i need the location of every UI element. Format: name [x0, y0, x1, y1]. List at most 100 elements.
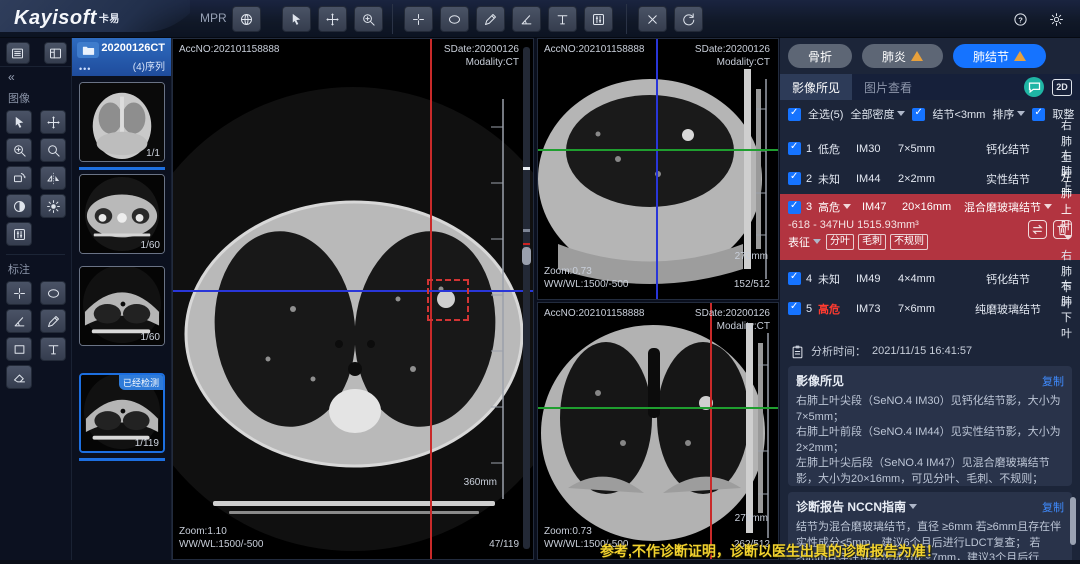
nodule-roi-box[interactable] [427, 279, 469, 321]
caret-down-icon [909, 504, 917, 509]
scrollbar-thumb[interactable] [522, 247, 531, 265]
zoom-in-tool-button[interactable] [354, 6, 383, 32]
select-all-checkbox[interactable] [788, 108, 801, 121]
logo: Kayisoft卡易 [0, 0, 190, 38]
caret-down-icon [1044, 204, 1052, 209]
feature-tag[interactable]: 不规则 [890, 234, 928, 250]
series-thumbnail-3[interactable]: 1/60 [79, 266, 165, 346]
more-menu-button[interactable]: ••• [79, 64, 91, 74]
crosshair-icon [411, 12, 426, 27]
crosshair-tool-button[interactable] [404, 6, 433, 32]
panel-scrollbar-thumb[interactable] [1070, 497, 1076, 545]
delete-nodule-button[interactable] [1053, 220, 1072, 239]
copy-report-button[interactable]: 复制 [1042, 499, 1064, 515]
risk-dropdown[interactable]: 高危 [818, 199, 862, 215]
series-list-button[interactable] [6, 42, 30, 64]
small-nodule-checkbox[interactable] [912, 108, 925, 121]
relocate-nodule-button[interactable] [1028, 220, 1047, 239]
pan-tool-button[interactable] [318, 6, 347, 32]
crosshair-tool-button[interactable] [6, 281, 32, 305]
close-tool-button[interactable] [638, 6, 667, 32]
eraser-tool-button[interactable] [6, 365, 32, 389]
row-checkbox[interactable] [788, 272, 801, 285]
zoom-in-icon [361, 12, 376, 27]
nodule-row-5[interactable]: 5 高危 IM73 7×6mm 纯磨玻璃结节 右肺下叶 [780, 294, 1080, 323]
copy-findings-button[interactable]: 复制 [1042, 373, 1064, 389]
search-tool-button[interactable] [40, 138, 66, 162]
angle-tool-button[interactable] [512, 6, 541, 32]
report-button[interactable] [1024, 77, 1044, 97]
zoom-in-tool-button[interactable] [6, 138, 32, 162]
sagittal-crosshair-horizontal[interactable] [538, 149, 778, 151]
ellipse-tool-button[interactable] [40, 281, 66, 305]
series-thumbnail-1[interactable]: 1/1 [79, 82, 165, 162]
cursor-tool-button[interactable] [282, 6, 311, 32]
flip-tool-button[interactable] [40, 166, 66, 190]
detected-badge: 已经检测 [119, 375, 163, 390]
rect-tool-button[interactable] [6, 337, 32, 361]
feature-tag[interactable]: 毛刺 [858, 234, 886, 250]
sagittal-study-overlay: SDate:20200126Modality:CT [695, 43, 770, 69]
row-checkbox[interactable] [788, 302, 801, 315]
series-thumbnail-2[interactable]: 1/60 [79, 174, 165, 254]
viewport-coronal[interactable]: AccNO:202101158888 SDate:20200126Modalit… [537, 302, 779, 560]
mpr-tool-button[interactable] [232, 6, 261, 32]
viewport-axial[interactable]: AccNO:202101158888 SDate:20200126Modalit… [172, 38, 534, 560]
tab-image-view[interactable]: 图片查看 [852, 74, 924, 100]
folder-button[interactable] [77, 42, 99, 58]
angle-tool-button[interactable] [6, 309, 32, 333]
density-dropdown[interactable]: 全部密度 [850, 106, 905, 122]
wwwl-tool-button[interactable] [584, 6, 613, 32]
brightness-tool-button[interactable] [40, 194, 66, 218]
mode-fracture-button[interactable]: 骨折 [788, 44, 852, 68]
help-button[interactable]: ? [1008, 7, 1032, 31]
pencil-tool-button[interactable] [476, 6, 505, 32]
axial-crosshair-horizontal[interactable] [173, 290, 533, 292]
ellipse-tool-button[interactable] [440, 6, 469, 32]
swap-icon [1030, 222, 1045, 237]
text-tool-button[interactable] [548, 6, 577, 32]
feature-dropdown[interactable]: 表征 [788, 234, 821, 250]
layout-button[interactable] [44, 42, 68, 64]
row-checkbox[interactable] [788, 201, 801, 214]
report-title[interactable]: 诊断报告 NCCN指南 [796, 498, 917, 515]
pencil-tool-button[interactable] [40, 309, 66, 333]
mode-pneumonia-button[interactable]: 肺炎 [862, 44, 943, 68]
axial-slice-scrollbar[interactable] [523, 47, 530, 549]
sort-dropdown[interactable]: 排序 [992, 106, 1025, 122]
logo-text: Kayisoft卡易 [14, 7, 120, 30]
row-checkbox[interactable] [788, 142, 801, 155]
ellipse-icon [46, 286, 61, 301]
coronal-crosshair-vertical[interactable] [710, 303, 712, 559]
row-checkbox[interactable] [788, 172, 801, 185]
invert-tool-button[interactable] [6, 194, 32, 218]
feature-tag[interactable]: 分叶 [826, 234, 854, 250]
series-header[interactable]: 20200126CT ••• (4)序列 [72, 38, 171, 76]
settings-button[interactable] [1044, 7, 1068, 31]
sagittal-crosshair-vertical[interactable] [656, 39, 658, 299]
collapse-rail-button[interactable]: « [0, 67, 71, 84]
wwwl-tool-button[interactable] [6, 222, 32, 246]
reset-icon [681, 12, 696, 27]
mode-nodule-button[interactable]: 肺结节 [953, 44, 1046, 68]
nodule-row-1[interactable]: 1 低危 IM30 7×5mm 钙化结节 右肺上叶 [780, 134, 1080, 163]
nodule-row-3-selected[interactable]: 3 高危 IM47 20×16mm 混合磨玻璃结节 左肺上叶 -618 - 34… [780, 194, 1080, 260]
axial-study-overlay: SDate:20200126Modality:CT [444, 43, 519, 69]
type-dropdown[interactable]: 混合磨玻璃结节 [964, 199, 1052, 215]
view-2d-button[interactable]: 2D [1052, 79, 1072, 96]
pan-tool-button[interactable] [40, 110, 66, 134]
cursor-tool-button[interactable] [6, 110, 32, 134]
search-icon [46, 143, 61, 158]
round-checkbox[interactable] [1032, 108, 1045, 121]
nodule-row-2[interactable]: 2 未知 IM44 2×2mm 实性结节 右肺上叶 [780, 164, 1080, 193]
axial-slice-counter: 47/119 [489, 538, 519, 551]
tab-findings[interactable]: 影像所见 [780, 74, 852, 100]
section-label-annotation: 标注 [0, 255, 71, 279]
coronal-crosshair-horizontal[interactable] [538, 407, 778, 409]
text-tool-button[interactable] [40, 337, 66, 361]
reset-tool-button[interactable] [674, 6, 703, 32]
rotate-tool-button[interactable] [6, 166, 32, 190]
viewport-sagittal[interactable]: AccNO:202101158888 SDate:20200126Modalit… [537, 38, 779, 300]
nodule-row-4[interactable]: 4 未知 IM49 4×4mm 钙化结节 右肺下叶 [780, 264, 1080, 293]
series-thumbnail-4-selected[interactable]: 已经检测 1/119 [79, 373, 165, 453]
